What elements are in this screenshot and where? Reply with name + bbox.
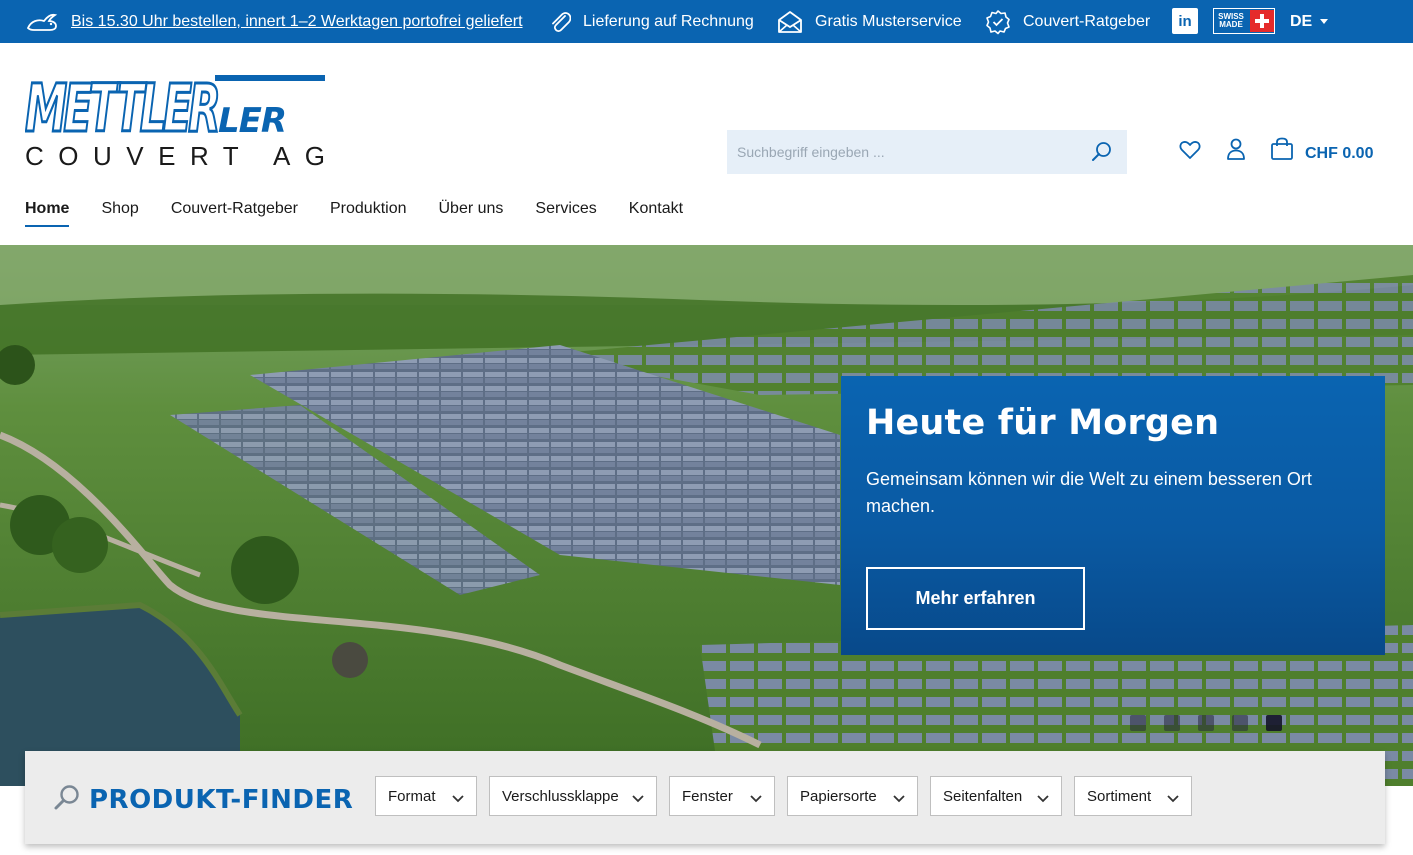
slider-dot[interactable]: [1130, 715, 1146, 731]
filter-verschlussklappe-select[interactable]: Verschlussklappe: [489, 776, 657, 816]
samples-info[interactable]: Gratis Musterservice: [777, 0, 962, 43]
caret-down-icon: [1320, 19, 1329, 24]
logo-tagline: COUVERT AG: [25, 141, 340, 171]
search-input[interactable]: [727, 130, 1077, 174]
filter-label: Verschlussklappe: [502, 787, 619, 805]
swiss-made-badge: SWISS MADE: [1213, 8, 1275, 34]
filter-sortiment-select[interactable]: Sortiment: [1074, 776, 1192, 816]
filter-label: Fenster: [682, 787, 733, 805]
nav-item-services[interactable]: Services: [535, 200, 596, 227]
hero-title: Heute für Morgen: [866, 403, 1220, 443]
chevron-down-icon: [632, 790, 644, 807]
nav-item-home[interactable]: Home: [25, 200, 70, 227]
filter-format-select[interactable]: Format: [375, 776, 477, 816]
chevron-down-icon: [750, 790, 762, 807]
language-selector[interactable]: DE: [1290, 0, 1329, 43]
paperclip-icon: [549, 10, 571, 34]
slider-dot[interactable]: [1198, 715, 1214, 731]
main-navigation: Home Shop Couvert-Ratgeber Produktion Üb…: [25, 200, 715, 230]
guide-info-text: Couvert-Ratgeber: [1023, 12, 1151, 30]
envelope-open-icon: [777, 10, 803, 34]
search-bar: [727, 130, 1127, 174]
nav-item-kontakt[interactable]: Kontakt: [629, 200, 683, 227]
shopping-bag-icon[interactable]: [1270, 137, 1294, 166]
slider-pagination: [1130, 715, 1300, 731]
filter-papiersorte-select[interactable]: Papiersorte: [787, 776, 918, 816]
filter-label: Papiersorte: [800, 787, 877, 805]
slider-dot-active[interactable]: [1266, 715, 1282, 731]
language-label: DE: [1290, 12, 1313, 30]
swiss-flag-icon: [1250, 10, 1274, 32]
top-info-bar: Bis 15.30 Uhr bestellen, innert 1–2 Werk…: [0, 0, 1413, 43]
shipping-info-link[interactable]: Bis 15.30 Uhr bestellen, innert 1–2 Werk…: [25, 0, 523, 43]
slider-dot[interactable]: [1164, 715, 1180, 731]
nav-item-couvert-ratgeber[interactable]: Couvert-Ratgeber: [171, 200, 298, 227]
badge-check-icon: [985, 9, 1011, 35]
product-finder-title: PRODUKT-FINDER: [53, 783, 353, 816]
chevron-down-icon: [893, 790, 905, 807]
nav-item-shop[interactable]: Shop: [101, 200, 138, 227]
chevron-down-icon: [1167, 790, 1179, 807]
filter-label: Seitenfalten: [943, 787, 1023, 805]
product-finder: PRODUKT-FINDER Format Verschlussklappe F…: [25, 751, 1385, 844]
filter-seitenfalten-select[interactable]: Seitenfalten: [930, 776, 1062, 816]
slider-dot[interactable]: [1232, 715, 1248, 731]
company-logo[interactable]: METTLER LER COUVERT AG: [24, 69, 330, 172]
logo-brand-outline: METTLER: [25, 73, 218, 147]
rabbit-icon: [25, 11, 59, 33]
swiss-made-text: SWISS MADE: [1218, 12, 1244, 29]
product-finder-label: PRODUKT-FINDER: [89, 784, 354, 815]
search-icon[interactable]: [1091, 141, 1113, 168]
nav-item-ueber-uns[interactable]: Über uns: [439, 200, 504, 227]
hero-subtitle: Gemeinsam können wir die Welt zu einem b…: [866, 469, 1312, 516]
hero-teaser-box: Heute für Morgen Gemeinsam können wir di…: [841, 376, 1385, 655]
more-info-button[interactable]: Mehr erfahren: [866, 567, 1085, 630]
logo-brand-ler: LER: [218, 101, 287, 141]
cart-total[interactable]: CHF 0.00: [1305, 145, 1373, 163]
shipping-info-text: Bis 15.30 Uhr bestellen, innert 1–2 Werk…: [71, 12, 523, 30]
filter-label: Sortiment: [1087, 787, 1152, 805]
invoice-info[interactable]: Lieferung auf Rechnung: [549, 0, 754, 43]
invoice-info-text: Lieferung auf Rechnung: [583, 12, 754, 30]
nav-item-produktion[interactable]: Produktion: [330, 200, 407, 227]
filter-fenster-select[interactable]: Fenster: [669, 776, 775, 816]
search-icon: [53, 783, 81, 816]
wishlist-heart-icon[interactable]: [1179, 140, 1201, 165]
samples-info-text: Gratis Musterservice: [815, 12, 962, 30]
chevron-down-icon: [452, 790, 464, 807]
account-user-icon[interactable]: [1226, 138, 1246, 165]
filter-label: Format: [388, 787, 436, 805]
linkedin-icon[interactable]: in: [1172, 8, 1198, 34]
chevron-down-icon: [1037, 790, 1049, 807]
guide-info[interactable]: Couvert-Ratgeber: [985, 0, 1150, 43]
